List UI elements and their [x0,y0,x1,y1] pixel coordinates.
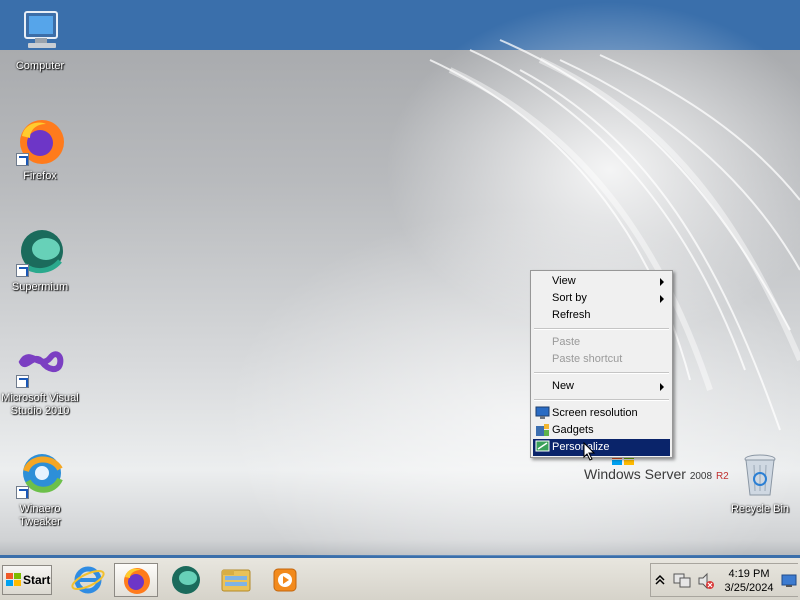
computer-icon [16,8,64,56]
menu-separator [534,328,669,330]
mouse-cursor-icon [583,442,596,461]
menu-item-refresh[interactable]: Refresh [533,307,670,324]
action-center-icon[interactable] [781,574,797,588]
show-hidden-icons-chevron[interactable] [655,574,665,586]
desktop-icon-label: Computer [15,60,65,72]
menu-item-label: Gadgets [552,424,594,436]
file-explorer-icon [221,569,251,592]
shortcut-arrow-icon [16,375,29,388]
desktop-context-menu: View Sort by Refresh Paste Paste shortcu… [530,270,673,458]
firefox-icon [16,118,64,166]
shortcut-arrow-icon [16,264,29,277]
desktop-icon-supermium[interactable]: Supermium [0,229,80,294]
brand-name: Windows Server [584,466,686,482]
menu-item-label: Sort by [552,292,587,304]
desktop-icon-label: Microsoft Visual Studio 2010 [1,392,79,417]
media-player-icon [273,568,297,592]
recycle-bin-icon [736,451,784,499]
supermium-icon [172,566,200,594]
menu-item-paste[interactable]: Paste [533,334,670,351]
menu-item-label: Screen resolution [552,407,638,419]
desktop-icon-winaero-tweaker[interactable]: Winaero Tweaker [0,451,80,529]
menu-item-paste-shortcut[interactable]: Paste shortcut [533,351,670,368]
desktop[interactable]: Computer Firefox Supermium Microsoft Vis… [0,0,800,558]
submenu-arrow-icon [660,383,664,391]
shortcut-arrow-icon [16,486,29,499]
network-icon[interactable] [673,572,691,590]
taskbar-internet-explorer[interactable] [66,563,110,597]
internet-explorer-icon [71,566,105,594]
submenu-arrow-icon [660,295,664,303]
firefox-icon [124,568,150,594]
display-icon [535,406,550,419]
submenu-arrow-icon [660,278,664,286]
desktop-icon-label: Recycle Bin [730,503,790,515]
clock-time: 4:19 PM [728,568,770,580]
menu-separator [534,399,669,401]
supermium-icon [16,229,64,277]
desktop-icon-label: Winaero Tweaker [19,503,61,528]
menu-item-label: New [552,380,575,392]
menu-item-label: Paste [552,336,581,348]
windows-server-branding: Windows Server 2008 R2 [584,466,729,482]
menu-item-personalize[interactable]: Personalize [533,439,670,456]
taskbar-media-player[interactable] [264,563,308,597]
menu-item-label: Personalize [552,441,610,453]
menu-item-screen-resolution[interactable]: Screen resolution [533,405,670,422]
visual-studio-icon [16,340,64,388]
shortcut-arrow-icon [16,153,29,166]
taskbar-file-explorer[interactable] [214,563,258,597]
desktop-icon-recycle-bin[interactable]: Recycle Bin [720,451,800,516]
desktop-icon-computer[interactable]: Computer [0,8,80,73]
clock[interactable]: 4:19 PM 3/25/2024 [721,567,777,595]
desktop-icon-visual-studio[interactable]: Microsoft Visual Studio 2010 [0,340,80,418]
start-label: Start [23,573,51,587]
menu-item-label: View [552,275,576,287]
menu-item-sort-by[interactable]: Sort by [533,290,670,307]
menu-item-view[interactable]: View [533,273,670,290]
desktop-icon-firefox[interactable]: Firefox [0,118,80,183]
windows-flag-icon [6,573,21,586]
winaero-tweaker-icon [16,451,64,499]
menu-item-gadgets[interactable]: Gadgets [533,422,670,439]
notification-area: 4:19 PM 3/25/2024 [650,563,798,597]
taskbar-supermium[interactable] [164,563,208,597]
menu-separator [534,372,669,374]
personalize-icon [535,440,550,452]
brand-edition: R2 [715,471,729,482]
menu-item-label: Refresh [552,309,591,321]
gadgets-icon [536,424,549,436]
clock-date: 3/25/2024 [724,582,774,594]
desktop-icon-label: Supermium [11,281,69,293]
volume-muted-icon[interactable] [697,572,715,590]
start-button[interactable]: Start [2,565,52,595]
menu-item-new[interactable]: New [533,378,670,395]
brand-version: 2008 [689,471,713,482]
taskbar: Start 4:19 PM 3/25/2024 [0,556,800,600]
menu-item-label: Paste shortcut [552,353,623,365]
taskbar-firefox[interactable] [114,563,158,597]
desktop-icon-label: Firefox [23,170,57,182]
